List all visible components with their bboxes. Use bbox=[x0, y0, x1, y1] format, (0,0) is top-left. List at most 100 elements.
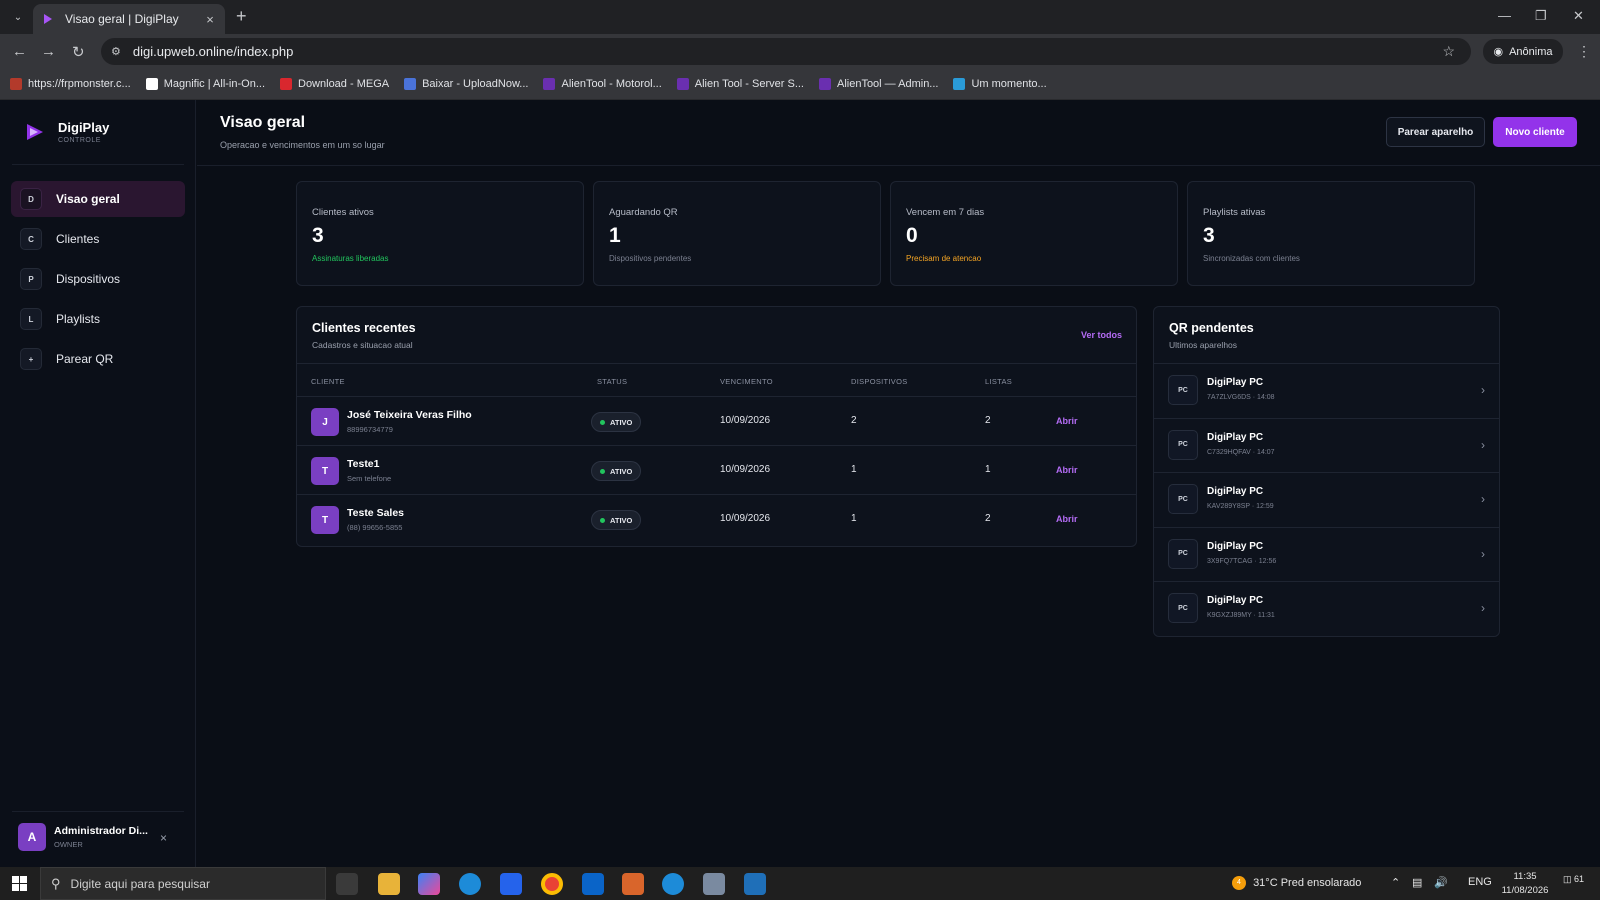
table-row[interactable]: T Teste Sales (88) 99656-5855 ATIVO 10/0… bbox=[297, 495, 1136, 544]
open-client-link[interactable]: Abrir bbox=[1056, 465, 1078, 475]
bookmark-item[interactable]: Baixar - UploadNow... bbox=[404, 77, 528, 90]
forward-icon[interactable]: → bbox=[41, 43, 56, 60]
pending-device-item[interactable]: PC DigiPlay PC KAV289Y8SP · 12:59 › bbox=[1154, 472, 1499, 526]
bookmark-favicon-icon bbox=[404, 77, 417, 90]
bookmark-item[interactable]: Alien Tool - Server S... bbox=[676, 77, 804, 90]
pending-qr-subtitle: Ultimos aparelhos bbox=[1169, 340, 1238, 350]
sidebar-item-devices[interactable]: P Dispositivos bbox=[11, 261, 185, 297]
bookmarks-bar: https://frpmonster.c... Magnific | All-in… bbox=[0, 68, 1600, 100]
bookmark-item[interactable]: Um momento... bbox=[953, 77, 1047, 90]
close-tab-icon[interactable]: × bbox=[203, 12, 217, 27]
bookmark-item[interactable]: AlienTool - Motorol... bbox=[543, 77, 662, 90]
brand[interactable]: DigiPlay CONTROLE bbox=[24, 120, 109, 144]
taskbar-search-input[interactable]: ⚲ Digite aqui para pesquisar bbox=[40, 867, 326, 900]
file-explorer-icon[interactable] bbox=[378, 873, 400, 895]
sidebar-item-clients[interactable]: C Clientes bbox=[11, 221, 185, 257]
new-client-button[interactable]: Novo cliente bbox=[1493, 117, 1577, 147]
pending-device-item[interactable]: PC DigiPlay PC 7A7ZLVG6DS · 14:08 › bbox=[1154, 363, 1499, 417]
bookmark-favicon-icon bbox=[10, 77, 22, 90]
network-icon[interactable]: ▤ bbox=[1412, 876, 1422, 889]
chevron-right-icon: › bbox=[1481, 546, 1485, 561]
address-bar[interactable]: ⚙ digi.upweb.online/index.php ☆ bbox=[101, 38, 1471, 65]
minimize-icon[interactable]: — bbox=[1498, 8, 1511, 23]
chevron-right-icon: › bbox=[1481, 383, 1485, 397]
clock-time: 11:35 bbox=[1513, 871, 1537, 882]
sidebar-item-playlists[interactable]: L Playlists bbox=[11, 301, 185, 337]
site-info-icon[interactable]: ⚙ bbox=[111, 45, 121, 58]
browser-tab[interactable]: Visao geral | DigiPlay × bbox=[33, 4, 225, 34]
taskbar-clock[interactable]: 11:35 11/08/2026 bbox=[1497, 870, 1553, 898]
paint-icon[interactable] bbox=[703, 873, 725, 895]
chrome-icon[interactable] bbox=[541, 873, 563, 895]
recent-clients-title: Clientes recentes bbox=[312, 321, 416, 335]
sidebar-item-label: Parear QR bbox=[56, 352, 114, 366]
pending-device-item[interactable]: PC DigiPlay PC C7329HQFAV · 14:07 › bbox=[1154, 417, 1499, 472]
sidebar-item-pair-qr[interactable]: + Parear QR bbox=[11, 341, 185, 377]
open-client-link[interactable]: Abrir bbox=[1056, 514, 1078, 524]
outlook-icon[interactable] bbox=[582, 873, 604, 895]
show-hidden-icons-icon[interactable]: ⌃ bbox=[1391, 876, 1400, 889]
bookmark-item[interactable]: AlienTool — Admin... bbox=[818, 77, 938, 90]
column-header-client: CLIENTE bbox=[311, 377, 345, 386]
copilot-icon[interactable] bbox=[418, 873, 440, 895]
table-row[interactable]: T Teste1 Sem telefone ATIVO 10/09/2026 1… bbox=[297, 446, 1136, 495]
bookmark-label: Download - MEGA bbox=[298, 77, 390, 90]
table-header: CLIENTE STATUS VENCIMENTO DISPOSITIVOS L… bbox=[297, 363, 1136, 397]
logout-icon[interactable]: × bbox=[160, 831, 167, 845]
windows-start-icon[interactable] bbox=[12, 876, 27, 891]
bookmark-item[interactable]: https://frpmonster.c... bbox=[10, 77, 131, 90]
column-header-lists: LISTAS bbox=[985, 377, 1013, 386]
sidebar-item-overview[interactable]: D Visao geral bbox=[11, 181, 185, 217]
new-tab-icon[interactable]: + bbox=[236, 6, 247, 27]
restore-icon[interactable]: ❐ bbox=[1535, 8, 1547, 24]
pending-device-item[interactable]: PC DigiPlay PC 3X9FQ7TCAG · 12:56 › bbox=[1154, 526, 1499, 581]
stat-note: Dispositivos pendentes bbox=[609, 254, 692, 263]
bookmark-favicon-icon bbox=[953, 77, 966, 90]
device-code: KAV289Y8SP · 12:59 bbox=[1207, 503, 1274, 510]
bookmark-label: Alien Tool - Server S... bbox=[694, 77, 804, 90]
avatar: A bbox=[18, 823, 46, 851]
brand-name: DigiPlay bbox=[58, 120, 110, 135]
list-count: 2 bbox=[985, 513, 991, 524]
chevron-right-icon: › bbox=[1481, 492, 1485, 506]
reload-icon[interactable]: ↻ bbox=[72, 43, 85, 61]
incognito-profile-button[interactable]: ◉ Anônima bbox=[1483, 39, 1563, 64]
back-icon[interactable]: ← bbox=[12, 43, 27, 60]
user-profile[interactable]: A Administrador Di... OWNER bbox=[18, 823, 148, 851]
bookmark-item[interactable]: Download - MEGA bbox=[280, 77, 390, 90]
windows-taskbar: ⚲ Digite aqui para pesquisar 4 31°C Pred… bbox=[0, 867, 1600, 900]
language-indicator[interactable]: ENG bbox=[1468, 876, 1492, 888]
store-icon[interactable] bbox=[500, 873, 522, 895]
edge-icon[interactable] bbox=[459, 873, 481, 895]
pending-device-item[interactable]: PC DigiPlay PC K9GXZJ89MY · 11:31 › bbox=[1154, 581, 1499, 635]
chatgpt-icon[interactable] bbox=[622, 873, 644, 895]
pair-device-button[interactable]: Parear aparelho bbox=[1386, 117, 1485, 147]
bookmark-item[interactable]: Magnific | All-in-On... bbox=[145, 77, 265, 90]
stat-label: Playlists ativas bbox=[1203, 207, 1266, 218]
status-dot-icon bbox=[600, 517, 605, 523]
browser-menu-icon[interactable]: ⋮ bbox=[1577, 43, 1591, 60]
see-all-link[interactable]: Ver todos bbox=[1081, 330, 1122, 340]
tab-search-icon[interactable]: ⌄ bbox=[8, 7, 28, 27]
app-window-icon[interactable] bbox=[744, 873, 766, 895]
tab-title: Visao geral | DigiPlay bbox=[65, 12, 179, 26]
weather-widget[interactable]: 4 31°C Pred ensolarado bbox=[1232, 876, 1361, 890]
close-window-icon[interactable]: ✕ bbox=[1573, 8, 1584, 24]
stat-card: Vencem em 7 dias 0 Precisam de atencao bbox=[890, 181, 1178, 286]
device-code: 7A7ZLVG6DS · 14:08 bbox=[1207, 394, 1275, 401]
list-count: 2 bbox=[985, 415, 991, 426]
stat-label: Vencem em 7 dias bbox=[906, 207, 985, 218]
device-name: DigiPlay PC bbox=[1207, 431, 1264, 443]
table-row[interactable]: J José Teixeira Veras Filho 88996734779 … bbox=[297, 397, 1136, 446]
open-client-link[interactable]: Abrir bbox=[1056, 416, 1078, 426]
bookmark-star-icon[interactable]: ☆ bbox=[1442, 43, 1455, 60]
client-phone: Sem telefone bbox=[347, 474, 392, 483]
digiplay-favicon bbox=[41, 12, 55, 26]
divider bbox=[12, 811, 184, 812]
notifications-icon[interactable]: ◫ 61 bbox=[1563, 874, 1589, 894]
digiplay-logo-icon bbox=[24, 121, 46, 143]
weather-icon: 4 bbox=[1232, 876, 1246, 890]
volume-icon[interactable]: 🔊 bbox=[1434, 876, 1448, 889]
task-view-icon[interactable] bbox=[336, 873, 358, 895]
edge-dev-icon[interactable] bbox=[662, 873, 684, 895]
